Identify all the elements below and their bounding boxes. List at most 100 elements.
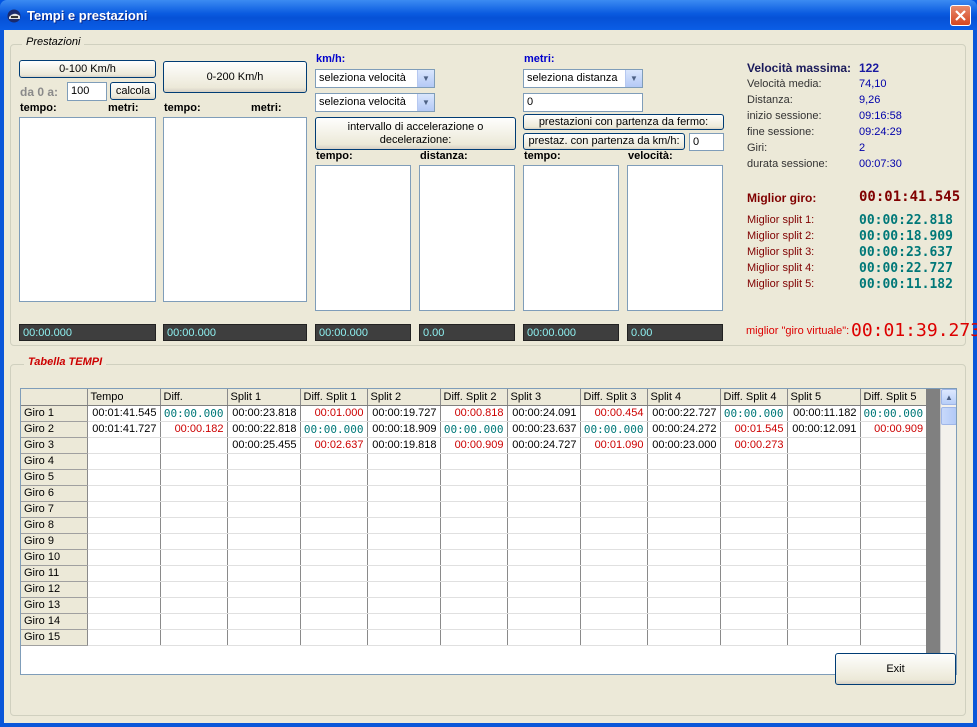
table-cell[interactable] [87, 517, 161, 534]
table-cell[interactable] [87, 453, 161, 470]
table-cell[interactable]: 00:00:19.727 [367, 405, 441, 422]
table-row[interactable]: Giro 2 00:01:41.727 00:00.182 00:00:22.818 0… [21, 421, 928, 438]
table-cell[interactable]: 00:00.000 [580, 421, 648, 438]
table-cell[interactable] [367, 629, 441, 646]
table-cell[interactable] [507, 469, 581, 486]
table-cell[interactable] [367, 581, 441, 598]
kmh-select-1[interactable]: seleziona velocità ▼ [315, 69, 435, 88]
table-cell[interactable] [440, 565, 508, 582]
table-cell[interactable] [720, 453, 788, 470]
table-cell[interactable] [507, 613, 581, 630]
table-cell[interactable] [440, 581, 508, 598]
table-cell[interactable] [647, 501, 721, 518]
table-cell[interactable] [580, 629, 648, 646]
table-cell[interactable] [787, 581, 861, 598]
table-cell[interactable] [87, 501, 161, 518]
table-cell[interactable]: 00:00.000 [440, 421, 508, 438]
table-cell[interactable] [720, 469, 788, 486]
table-cell[interactable] [787, 469, 861, 486]
metri-select[interactable]: seleziona distanza ▼ [523, 69, 643, 88]
table-cell[interactable] [227, 597, 301, 614]
table-cell[interactable]: 00:00.000 [860, 405, 928, 422]
da-input[interactable]: 100 [67, 82, 107, 101]
column-header[interactable]: Split 4 [647, 389, 721, 406]
table-cell[interactable] [440, 533, 508, 550]
table-cell[interactable] [227, 565, 301, 582]
table-row[interactable]: Giro 3 00:00:25.455 00:02.637 00:00:19.818 0… [21, 437, 928, 454]
table-cell[interactable] [440, 517, 508, 534]
table-cell[interactable]: 00:00:22.727 [647, 405, 721, 422]
table-cell[interactable] [720, 629, 788, 646]
table-row[interactable]: Giro 13 [21, 597, 928, 614]
table-cell[interactable]: 00:00:19.818 [367, 437, 441, 454]
table-cell[interactable] [720, 485, 788, 502]
table-cell[interactable] [160, 565, 228, 582]
close-button[interactable] [950, 5, 971, 26]
table-row[interactable]: Giro 14 [21, 613, 928, 630]
table-cell[interactable] [160, 629, 228, 646]
table-cell[interactable]: 00:00:23.000 [647, 437, 721, 454]
table-cell[interactable] [720, 517, 788, 534]
list-kmh-distanza[interactable] [419, 165, 515, 311]
table-cell[interactable] [647, 453, 721, 470]
btn-0-100[interactable]: 0-100 Km/h [19, 60, 156, 78]
table-cell[interactable] [87, 469, 161, 486]
table-cell[interactable] [507, 485, 581, 502]
table-cell[interactable] [507, 597, 581, 614]
column-header[interactable]: Diff. Split 5 [860, 389, 928, 406]
table-cell[interactable] [860, 501, 928, 518]
table-cell[interactable]: 00:00.000 [300, 421, 368, 438]
chevron-down-icon[interactable]: ▼ [625, 70, 642, 87]
table-cell[interactable]: 00:00.000 [720, 405, 788, 422]
vertical-scrollbar[interactable]: ▲ ▼ [940, 389, 956, 674]
table-cell[interactable]: 00:01:41.727 [87, 421, 161, 438]
table-cell[interactable] [580, 613, 648, 630]
table-cell[interactable] [87, 613, 161, 630]
chevron-down-icon[interactable]: ▼ [417, 94, 434, 111]
table-cell[interactable] [580, 453, 648, 470]
table-cell[interactable] [860, 485, 928, 502]
table-cell[interactable] [787, 453, 861, 470]
scroll-up-icon[interactable]: ▲ [941, 389, 956, 405]
table-cell[interactable] [87, 437, 161, 454]
chevron-down-icon[interactable]: ▼ [417, 70, 434, 87]
table-cell[interactable] [647, 597, 721, 614]
table-cell[interactable] [300, 501, 368, 518]
table-cell[interactable] [647, 517, 721, 534]
table-cell[interactable]: 00:01.545 [720, 421, 788, 438]
list-0-100[interactable] [19, 117, 156, 302]
table-cell[interactable] [860, 533, 928, 550]
table-cell[interactable] [580, 549, 648, 566]
column-header[interactable]: Split 1 [227, 389, 301, 406]
table-cell[interactable]: 00:00:12.091 [787, 421, 861, 438]
table-cell[interactable] [647, 581, 721, 598]
table-row[interactable]: Giro 11 [21, 565, 928, 582]
table-cell[interactable]: 00:00.454 [580, 405, 648, 422]
table-cell[interactable] [300, 613, 368, 630]
table-cell[interactable] [440, 501, 508, 518]
table-cell[interactable] [647, 565, 721, 582]
table-cell[interactable]: 00:00:18.909 [367, 421, 441, 438]
table-cell[interactable] [580, 581, 648, 598]
table-cell[interactable] [367, 517, 441, 534]
table-cell[interactable] [160, 517, 228, 534]
table-cell[interactable] [160, 613, 228, 630]
table-cell[interactable] [507, 565, 581, 582]
table-cell[interactable]: 00:00.909 [440, 437, 508, 454]
table-cell[interactable] [580, 485, 648, 502]
table-cell[interactable] [227, 453, 301, 470]
table-cell[interactable] [300, 549, 368, 566]
table-cell[interactable] [787, 533, 861, 550]
table-row[interactable]: Giro 15 [21, 629, 928, 646]
table-cell[interactable]: 00:00:24.091 [507, 405, 581, 422]
table-cell[interactable] [160, 469, 228, 486]
table-cell[interactable]: 00:01:41.545 [87, 405, 161, 422]
table-cell[interactable] [860, 613, 928, 630]
column-header[interactable]: Diff. Split 1 [300, 389, 368, 406]
table-cell[interactable] [227, 501, 301, 518]
table-cell[interactable] [720, 581, 788, 598]
table-cell[interactable]: 00:01.000 [300, 405, 368, 422]
table-cell[interactable] [860, 581, 928, 598]
table-row[interactable]: Giro 10 [21, 549, 928, 566]
table-cell[interactable] [507, 533, 581, 550]
